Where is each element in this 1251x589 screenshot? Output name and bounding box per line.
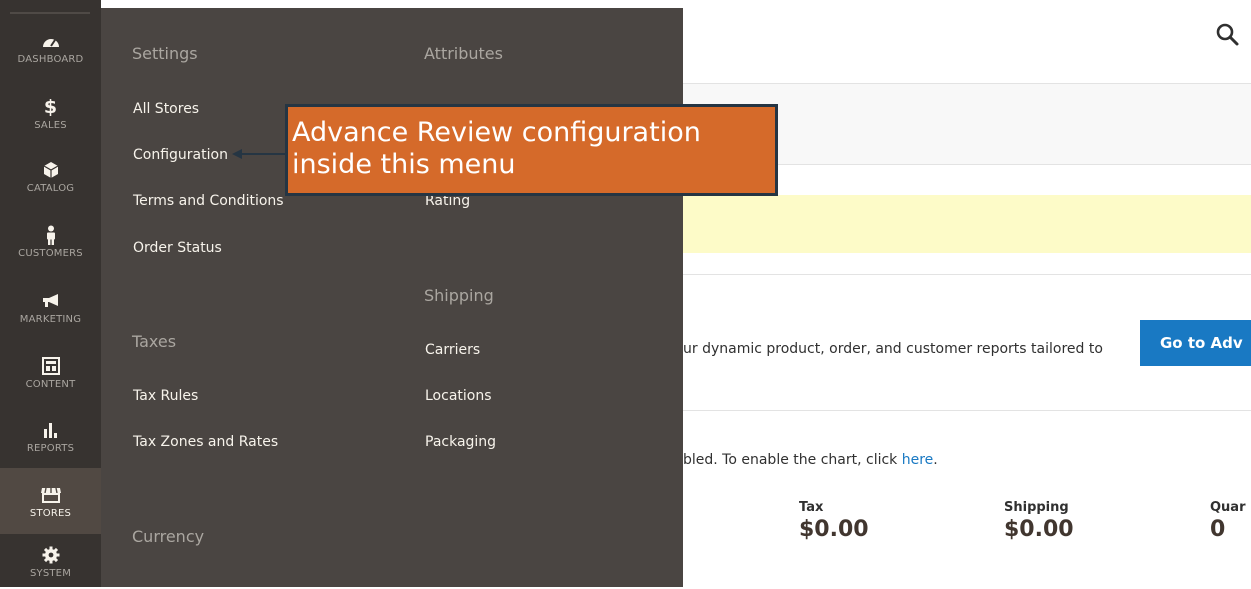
nav-item-dashboard[interactable]: DASHBOARD <box>0 14 101 80</box>
nav-item-content[interactable]: CONTENT <box>0 339 101 405</box>
menu-item-locations[interactable]: Locations <box>425 388 492 404</box>
search-icon[interactable] <box>1214 21 1242 49</box>
nav-label: CONTENT <box>25 378 76 390</box>
menu-item-packaging[interactable]: Packaging <box>425 434 496 450</box>
divider <box>683 274 1251 275</box>
chart-text-end: . <box>933 452 938 468</box>
nav-item-customers[interactable]: CUSTOMERS <box>0 208 101 274</box>
callout-arrow <box>232 149 288 159</box>
nav-label: SYSTEM <box>29 567 72 579</box>
nav-label: SALES <box>34 119 67 131</box>
nav-item-system[interactable]: SYSTEM <box>0 533 101 589</box>
taxes-heading: Taxes <box>132 332 177 351</box>
nav-label: CUSTOMERS <box>18 247 83 259</box>
nav-label: DASHBOARD <box>17 53 84 65</box>
nav-item-sales[interactable]: $ SALES <box>0 80 101 146</box>
megaphone-icon <box>41 290 61 312</box>
stat-shipping: Shipping $0.00 <box>1004 500 1074 542</box>
admin-sidebar: DASHBOARD $ SALES CATALOG CUSTOMERS MARK… <box>0 0 101 587</box>
go-to-advanced-reporting-button[interactable]: Go to Adv <box>1140 320 1251 366</box>
stat-label: Tax <box>799 500 824 515</box>
nav-label: MARKETING <box>19 313 82 325</box>
stat-tax: Tax $0.00 <box>799 500 869 542</box>
nav-label: STORES <box>29 507 72 519</box>
menu-item-terms-and-conditions[interactable]: Terms and Conditions <box>133 193 284 209</box>
menu-item-tax-rules[interactable]: Tax Rules <box>133 388 198 404</box>
gear-icon <box>42 544 60 566</box>
nav-item-stores[interactable]: STORES <box>0 468 101 534</box>
person-icon <box>45 224 57 246</box>
callout-line-1: Advance Review configuration <box>292 117 701 148</box>
chart-disabled-message: bled. To enable the chart, click <box>683 452 902 468</box>
layout-icon <box>41 355 60 377</box>
menu-item-all-stores[interactable]: All Stores <box>133 101 199 117</box>
shipping-heading: Shipping <box>424 286 494 305</box>
menu-item-order-status[interactable]: Order Status <box>133 240 222 256</box>
enable-chart-link[interactable]: here <box>902 452 934 468</box>
settings-heading: Settings <box>132 44 198 63</box>
stat-label: Quar <box>1210 500 1246 515</box>
annotation-callout: Advance Review configuration inside this… <box>285 104 778 196</box>
currency-heading: Currency <box>132 527 205 546</box>
nav-label: REPORTS <box>26 442 75 454</box>
menu-item-tax-zones-and-rates[interactable]: Tax Zones and Rates <box>133 434 278 450</box>
attributes-heading: Attributes <box>424 44 503 63</box>
stat-value: $0.00 <box>1004 517 1074 542</box>
store-icon <box>40 484 62 506</box>
advanced-reporting-text: ur dynamic product, order, and customer … <box>683 341 1103 357</box>
dollar-icon: $ <box>43 95 58 118</box>
stores-flyout-menu: Settings All Stores Configuration Terms … <box>101 8 683 587</box>
nav-item-catalog[interactable]: CATALOG <box>0 143 101 209</box>
notice-message <box>683 195 1251 253</box>
callout-line-2: inside this menu <box>292 149 516 180</box>
box-icon <box>43 159 59 181</box>
stat-quantity: Quar 0 <box>1210 500 1246 542</box>
dashboard-icon <box>41 30 61 52</box>
bar-chart-icon <box>42 419 60 441</box>
nav-item-reports[interactable]: REPORTS <box>0 403 101 469</box>
menu-item-configuration[interactable]: Configuration <box>133 147 228 163</box>
divider <box>683 410 1251 411</box>
chart-disabled-text: bled. To enable the chart, click here. <box>683 452 938 468</box>
stat-label: Shipping <box>1004 500 1069 515</box>
menu-item-carriers[interactable]: Carriers <box>425 342 480 358</box>
nav-item-marketing[interactable]: MARKETING <box>0 274 101 340</box>
stat-value: 0 <box>1210 517 1226 542</box>
stat-value: $0.00 <box>799 517 869 542</box>
nav-label: CATALOG <box>26 182 75 194</box>
